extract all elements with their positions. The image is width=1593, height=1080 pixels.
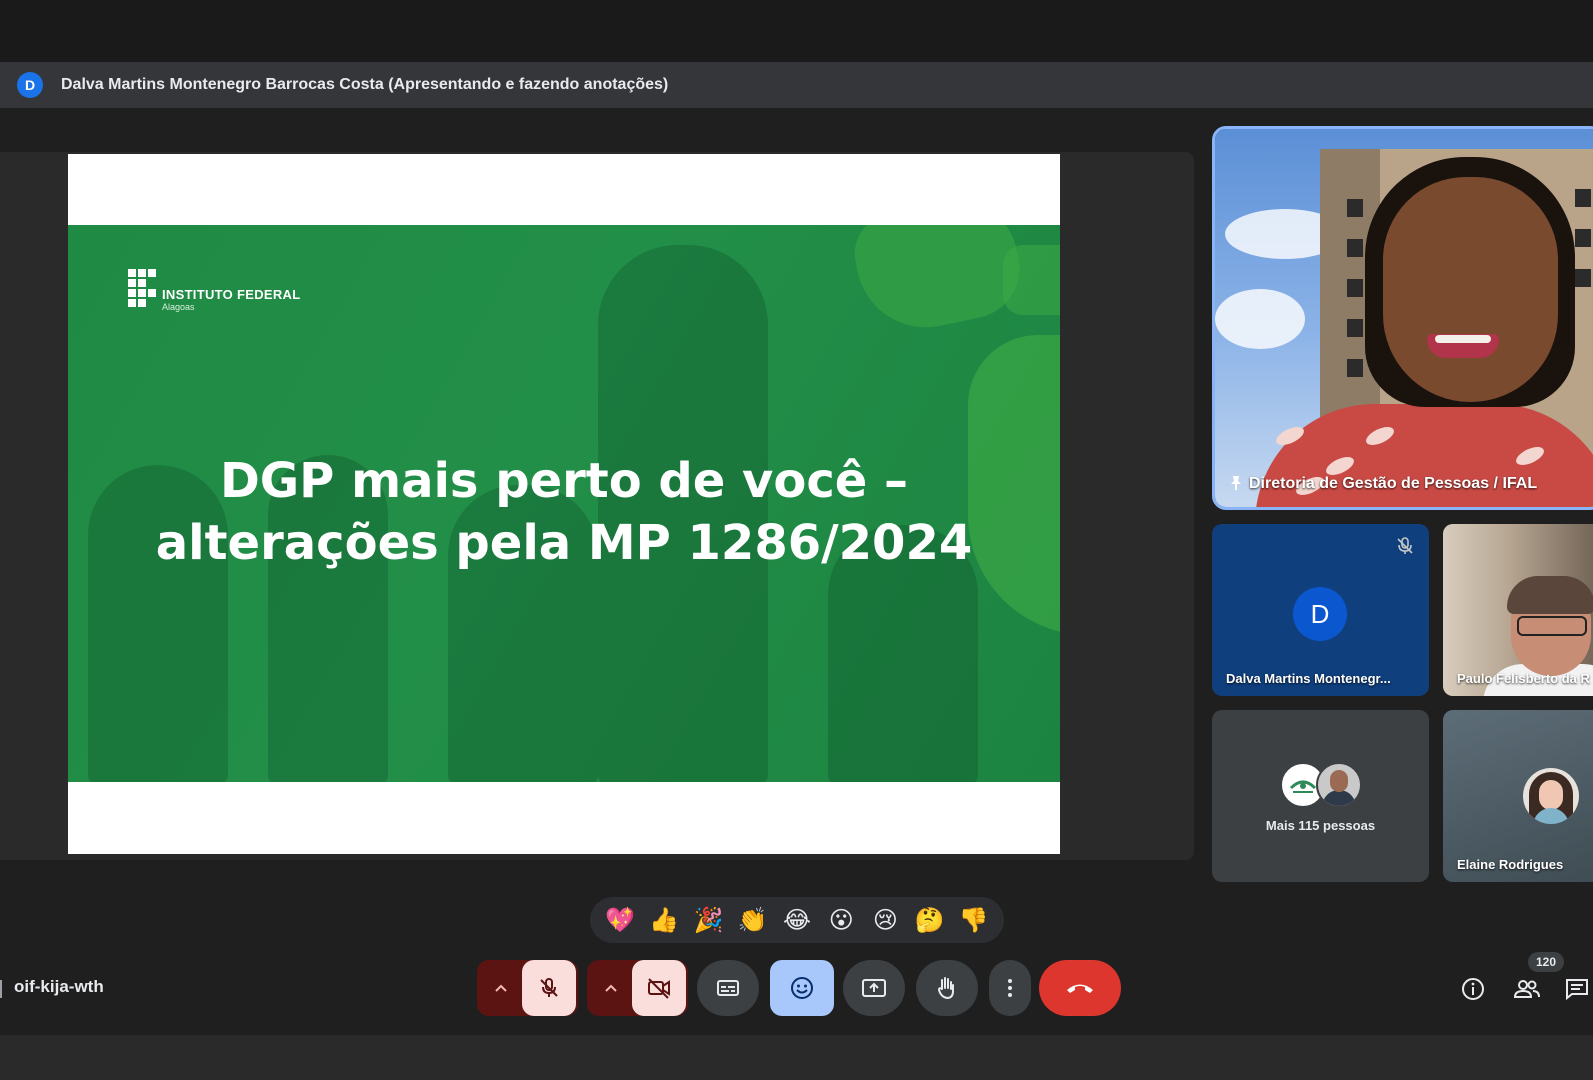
- reaction-thinking[interactable]: 🤔: [912, 905, 948, 935]
- participant-name-label: Elaine Rodrigues: [1457, 857, 1564, 872]
- avatar: [1316, 762, 1362, 808]
- mic-toggle-button[interactable]: [521, 960, 576, 1016]
- logo-mark-icon: [128, 269, 156, 307]
- participant-tile-more[interactable]: Mais 115 pessoas: [1212, 710, 1429, 882]
- people-icon: [1513, 980, 1540, 998]
- participant-glasses: [1517, 616, 1587, 636]
- slide-decor-shape: [847, 225, 1029, 341]
- presenter-bar: D Dalva Martins Montenegro Barrocas Cost…: [0, 62, 1593, 108]
- slide-title-line-2: alterações pela MP 1286/2024: [155, 515, 973, 571]
- window-top-strip: [0, 0, 1593, 62]
- video-options-button[interactable]: [590, 960, 632, 1016]
- chevron-up-icon: [494, 984, 507, 992]
- camera-control-group: [587, 960, 688, 1016]
- meeting-code: oif-kija-wth: [14, 977, 104, 996]
- presentation-slide: INSTITUTO FEDERAL Alagoas DGP mais perto…: [68, 154, 1060, 854]
- raise-hand-button[interactable]: [916, 960, 978, 1016]
- logo-title: INSTITUTO FEDERAL: [162, 287, 301, 302]
- audio-options-button[interactable]: [480, 960, 522, 1016]
- pin-icon: [1231, 476, 1241, 490]
- mic-control-group: [477, 960, 578, 1016]
- mic-off-icon: [1397, 537, 1413, 554]
- chevron-up-icon: [604, 984, 617, 992]
- speaker-name-label: Diretoria de Gestão de Pessoas / IFAL: [1249, 475, 1538, 492]
- participant-tile-speaker[interactable]: Diretoria de Gestão de Pessoas / IFAL: [1212, 126, 1593, 510]
- reaction-thumbs-up[interactable]: 👍: [646, 905, 682, 935]
- presenter-avatar: D: [17, 72, 43, 98]
- reaction-clap[interactable]: 👏: [735, 905, 771, 935]
- participant-tile-elaine[interactable]: Elaine Rodrigues: [1443, 710, 1593, 882]
- window-bottom-strip: [0, 1035, 1593, 1080]
- reactions-bar: 💖 👍 🎉 👏 😂 😮 😢 🤔 👎: [590, 897, 1004, 943]
- chat-icon: [1566, 979, 1588, 1001]
- present-screen-icon: [862, 979, 886, 997]
- participant-tile-paulo[interactable]: Paulo Felisberto da R: [1443, 524, 1593, 696]
- slide-decor-shape: [1003, 245, 1060, 315]
- camera-toggle-button[interactable]: [631, 960, 686, 1016]
- more-options-icon: [1008, 979, 1012, 997]
- avatar: [1523, 768, 1579, 824]
- logo-icon: [1289, 780, 1317, 793]
- captions-button[interactable]: [697, 960, 759, 1016]
- end-call-icon: [1067, 984, 1093, 993]
- mic-off-icon: [539, 978, 558, 997]
- reaction-heart[interactable]: 💖: [602, 905, 638, 935]
- presenter-status-text: Dalva Martins Montenegro Barrocas Costa …: [61, 76, 669, 93]
- captions-icon: [717, 980, 739, 996]
- divider: [0, 980, 2, 998]
- participant-tile-dalva[interactable]: D Dalva Martins Montenegr...: [1212, 524, 1429, 696]
- participant-hair: [1507, 576, 1593, 614]
- participant-name-label: Dalva Martins Montenegr...: [1226, 671, 1391, 686]
- instituto-federal-logo: INSTITUTO FEDERAL Alagoas: [128, 269, 300, 312]
- reaction-sad[interactable]: 😢: [867, 905, 903, 935]
- reaction-party[interactable]: 🎉: [691, 905, 727, 935]
- emoji-reactions-button[interactable]: [770, 960, 834, 1016]
- reaction-surprised[interactable]: 😮: [823, 905, 859, 935]
- slide-green-panel: INSTITUTO FEDERAL Alagoas DGP mais perto…: [68, 225, 1060, 782]
- people-button[interactable]: [1512, 974, 1542, 1004]
- present-screen-button[interactable]: [843, 960, 905, 1016]
- slide-title: DGP mais perto de você – alterações pela…: [68, 450, 1060, 574]
- speaker-face: [1383, 177, 1558, 402]
- more-options-button[interactable]: [989, 960, 1031, 1016]
- avatar: D: [1293, 587, 1347, 641]
- info-icon: [1462, 978, 1484, 1000]
- participant-count-badge: 120: [1528, 952, 1564, 972]
- end-call-button[interactable]: [1039, 960, 1121, 1016]
- speaker-teeth: [1435, 335, 1491, 343]
- reaction-thumbs-down[interactable]: 👎: [956, 905, 992, 935]
- camera-off-icon: [647, 978, 670, 999]
- reaction-laugh[interactable]: 😂: [779, 905, 815, 935]
- meeting-details-button[interactable]: [1458, 974, 1488, 1004]
- logo-subtitle: Alagoas: [162, 302, 195, 312]
- raise-hand-icon: [937, 977, 954, 1000]
- participant-name-label: Paulo Felisberto da R: [1457, 671, 1590, 686]
- video-cloud: [1215, 289, 1305, 349]
- chat-button[interactable]: [1563, 974, 1591, 1004]
- more-participants-label: Mais 115 pessoas: [1265, 818, 1376, 833]
- slide-title-line-1: DGP mais perto de você –: [219, 453, 909, 509]
- emoji-icon: [791, 977, 813, 999]
